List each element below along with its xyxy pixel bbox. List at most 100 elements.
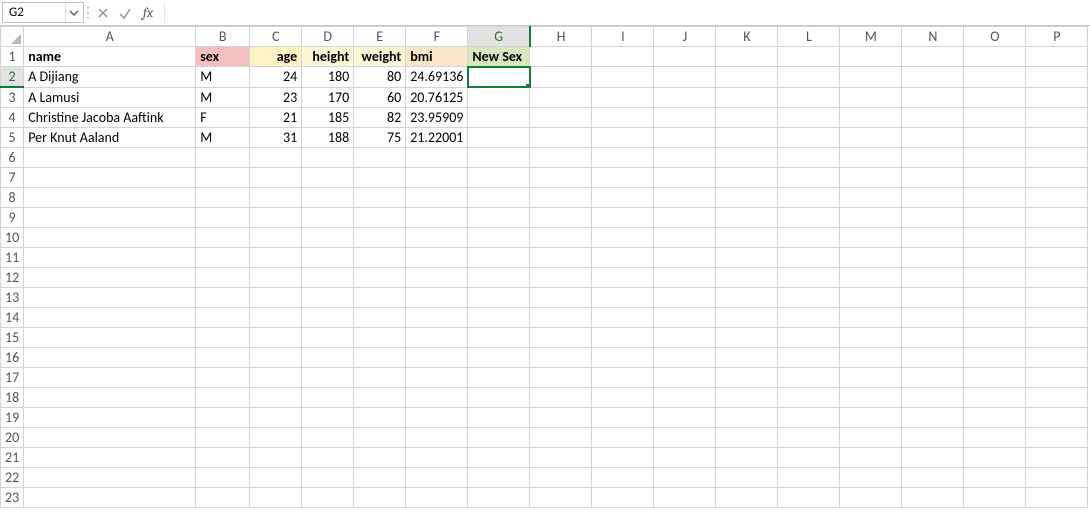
cell-A5[interactable]: Per Knut Aaland <box>24 128 196 148</box>
row-head-18[interactable]: 18 <box>1 388 24 408</box>
cell-L4[interactable] <box>778 108 840 128</box>
cell-J16[interactable] <box>654 348 716 368</box>
cell-E9[interactable] <box>354 208 406 228</box>
cell-G16[interactable] <box>468 348 530 368</box>
cell-J8[interactable] <box>654 188 716 208</box>
cell-P19[interactable] <box>1026 408 1088 428</box>
cell-P15[interactable] <box>1026 328 1088 348</box>
cell-L3[interactable] <box>778 87 840 108</box>
cell-H7[interactable] <box>530 168 592 188</box>
cell-G20[interactable] <box>468 428 530 448</box>
cell-B13[interactable] <box>196 288 250 308</box>
cell-N11[interactable] <box>902 248 964 268</box>
cell-O18[interactable] <box>964 388 1026 408</box>
cell-K11[interactable] <box>716 248 778 268</box>
cell-M3[interactable] <box>840 87 902 108</box>
cell-F9[interactable] <box>406 208 468 228</box>
cell-D22[interactable] <box>302 468 354 488</box>
cell-H11[interactable] <box>530 248 592 268</box>
cell-F19[interactable] <box>406 408 468 428</box>
col-head-A[interactable]: A <box>24 27 196 47</box>
cell-D5[interactable]: 188 <box>302 128 354 148</box>
cell-D9[interactable] <box>302 208 354 228</box>
cell-K2[interactable] <box>716 67 778 88</box>
cell-C1[interactable]: age <box>250 47 302 67</box>
cell-D6[interactable] <box>302 148 354 168</box>
cell-J14[interactable] <box>654 308 716 328</box>
cell-K1[interactable] <box>716 47 778 67</box>
cell-I20[interactable] <box>592 428 654 448</box>
cell-L5[interactable] <box>778 128 840 148</box>
row-head-15[interactable]: 15 <box>1 328 24 348</box>
cell-K7[interactable] <box>716 168 778 188</box>
cell-N10[interactable] <box>902 228 964 248</box>
cell-G1[interactable]: New Sex <box>468 47 530 67</box>
cell-K14[interactable] <box>716 308 778 328</box>
cell-C9[interactable] <box>250 208 302 228</box>
cell-B18[interactable] <box>196 388 250 408</box>
cell-N17[interactable] <box>902 368 964 388</box>
cell-C7[interactable] <box>250 168 302 188</box>
cell-F16[interactable] <box>406 348 468 368</box>
cell-B21[interactable] <box>196 448 250 468</box>
cell-K15[interactable] <box>716 328 778 348</box>
cell-J6[interactable] <box>654 148 716 168</box>
cell-O10[interactable] <box>964 228 1026 248</box>
cell-A9[interactable] <box>24 208 196 228</box>
cell-M20[interactable] <box>840 428 902 448</box>
cell-F21[interactable] <box>406 448 468 468</box>
cell-D10[interactable] <box>302 228 354 248</box>
cell-B1[interactable]: sex <box>196 47 250 67</box>
cell-I21[interactable] <box>592 448 654 468</box>
cell-E18[interactable] <box>354 388 406 408</box>
cell-M1[interactable] <box>840 47 902 67</box>
cell-C18[interactable] <box>250 388 302 408</box>
cell-B5[interactable]: M <box>196 128 250 148</box>
cell-N16[interactable] <box>902 348 964 368</box>
cell-E5[interactable]: 75 <box>354 128 406 148</box>
cell-L17[interactable] <box>778 368 840 388</box>
cell-C10[interactable] <box>250 228 302 248</box>
cell-E16[interactable] <box>354 348 406 368</box>
col-head-N[interactable]: N <box>902 27 964 47</box>
cell-A23[interactable] <box>24 488 196 508</box>
cell-O12[interactable] <box>964 268 1026 288</box>
cell-D21[interactable] <box>302 448 354 468</box>
cell-N22[interactable] <box>902 468 964 488</box>
cell-G5[interactable] <box>468 128 530 148</box>
cell-P16[interactable] <box>1026 348 1088 368</box>
cell-I3[interactable] <box>592 87 654 108</box>
cell-M14[interactable] <box>840 308 902 328</box>
row-head-13[interactable]: 13 <box>1 288 24 308</box>
cell-J2[interactable] <box>654 67 716 88</box>
cell-F2[interactable]: 24.69136 <box>406 67 468 88</box>
cell-J15[interactable] <box>654 328 716 348</box>
cell-N1[interactable] <box>902 47 964 67</box>
cell-K17[interactable] <box>716 368 778 388</box>
cell-C6[interactable] <box>250 148 302 168</box>
cell-G6[interactable] <box>468 148 530 168</box>
cell-D8[interactable] <box>302 188 354 208</box>
cell-G15[interactable] <box>468 328 530 348</box>
cell-H16[interactable] <box>530 348 592 368</box>
cell-H1[interactable] <box>530 47 592 67</box>
cell-B11[interactable] <box>196 248 250 268</box>
cell-N20[interactable] <box>902 428 964 448</box>
cell-H12[interactable] <box>530 268 592 288</box>
cell-J7[interactable] <box>654 168 716 188</box>
cell-J4[interactable] <box>654 108 716 128</box>
cell-M15[interactable] <box>840 328 902 348</box>
cell-J11[interactable] <box>654 248 716 268</box>
cell-I6[interactable] <box>592 148 654 168</box>
cell-K21[interactable] <box>716 448 778 468</box>
cell-M17[interactable] <box>840 368 902 388</box>
cell-M18[interactable] <box>840 388 902 408</box>
cell-E22[interactable] <box>354 468 406 488</box>
cell-H18[interactable] <box>530 388 592 408</box>
cell-B19[interactable] <box>196 408 250 428</box>
cell-H17[interactable] <box>530 368 592 388</box>
cell-P18[interactable] <box>1026 388 1088 408</box>
row-head-4[interactable]: 4 <box>1 108 24 128</box>
row-head-23[interactable]: 23 <box>1 488 24 508</box>
cell-G13[interactable] <box>468 288 530 308</box>
